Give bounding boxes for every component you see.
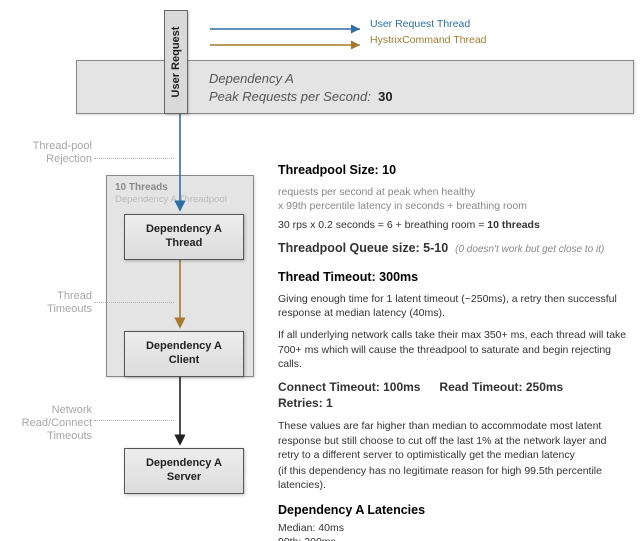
net-p1: These values are far higher than median … [278,419,628,462]
legend-cmd-row: HystrixCommand Thread [210,34,487,46]
label-threadpool-rejection: Thread-poolRejection [6,140,92,166]
dotline-rejection [94,158,174,159]
node-dependency-server: Dependency AServer [124,448,244,494]
thread-timeout-p2: If all underlying network calls take the… [278,328,628,371]
arrow-user-to-thread [170,112,190,214]
node-thread-label: Dependency AThread [146,223,222,249]
lat-99th: 99th: 200ms [278,535,628,541]
heading-net-timeouts: Connect Timeout: 100ms Read Timeout: 250… [278,379,628,411]
node-dependency-thread: Dependency AThread [124,214,244,260]
user-request-tab: User Request [164,10,188,114]
legend-cmd-label: HystrixCommand Thread [370,34,487,46]
heading-latencies: Dependency A Latencies [278,502,628,519]
node-server-label: Dependency AServer [146,457,222,483]
arrow-client-to-server [170,375,190,448]
heading-queue-size: Threadpool Queue size: 5-10 (0 doesn't w… [278,240,628,257]
calc-a: 30 rps x 0.2 seconds = 6 + breathing roo… [278,219,487,231]
heading-threadpool-size: Threadpool Size: 10 [278,162,628,179]
dotline-thread-to [94,302,174,303]
val-connect-timeout: Connect Timeout: 100ms [278,379,420,395]
net-p2: (if this dependency has no legitimate re… [278,464,628,492]
legend: User Request Thread HystrixCommand Threa… [210,18,487,50]
sub-formula: x 99th percentile latency in seconds + b… [278,199,628,213]
label-thread-timeouts: ThreadTimeouts [22,290,92,316]
node-dependency-client: Dependency AClient [124,331,244,377]
legend-user-row: User Request Thread [210,18,487,30]
banner-title: Dependency A [209,70,633,88]
heading-thread-timeout: Thread Timeout: 300ms [278,269,628,286]
node-client-label: Dependency AClient [146,340,222,366]
user-request-label: User Request [170,27,182,98]
thread-timeout-p1: Giving enough time for 1 latent timeout … [278,292,628,320]
val-read-timeout: Read Timeout: 250ms [439,379,563,395]
val-retries: Retries: 1 [278,395,333,411]
banner-peak: Peak Requests per Second: 30 [209,88,633,106]
text-column: Threadpool Size: 10 requests per second … [278,162,628,541]
queue-note: (0 doesn't work but get close to it) [455,244,604,255]
sub-rps-healthy: requests per second at peak when healthy [278,185,628,199]
banner-peak-value: 30 [378,89,392,104]
banner-peak-label: Peak Requests per Second: [209,89,371,104]
banner-dependency-a: Dependency A Peak Requests per Second: 3… [76,60,634,114]
threadpool-title: 10 Threads [115,182,168,193]
lat-median: Median: 40ms [278,521,628,535]
calc-line: 30 rps x 0.2 seconds = 6 + breathing roo… [278,218,628,232]
calc-b: 10 threads [487,219,540,231]
arrow-thread-to-client [170,258,190,331]
label-network-timeouts: NetworkRead/ConnectTimeouts [10,404,92,444]
legend-user-label: User Request Thread [370,18,470,30]
dotline-net-to [94,420,174,421]
